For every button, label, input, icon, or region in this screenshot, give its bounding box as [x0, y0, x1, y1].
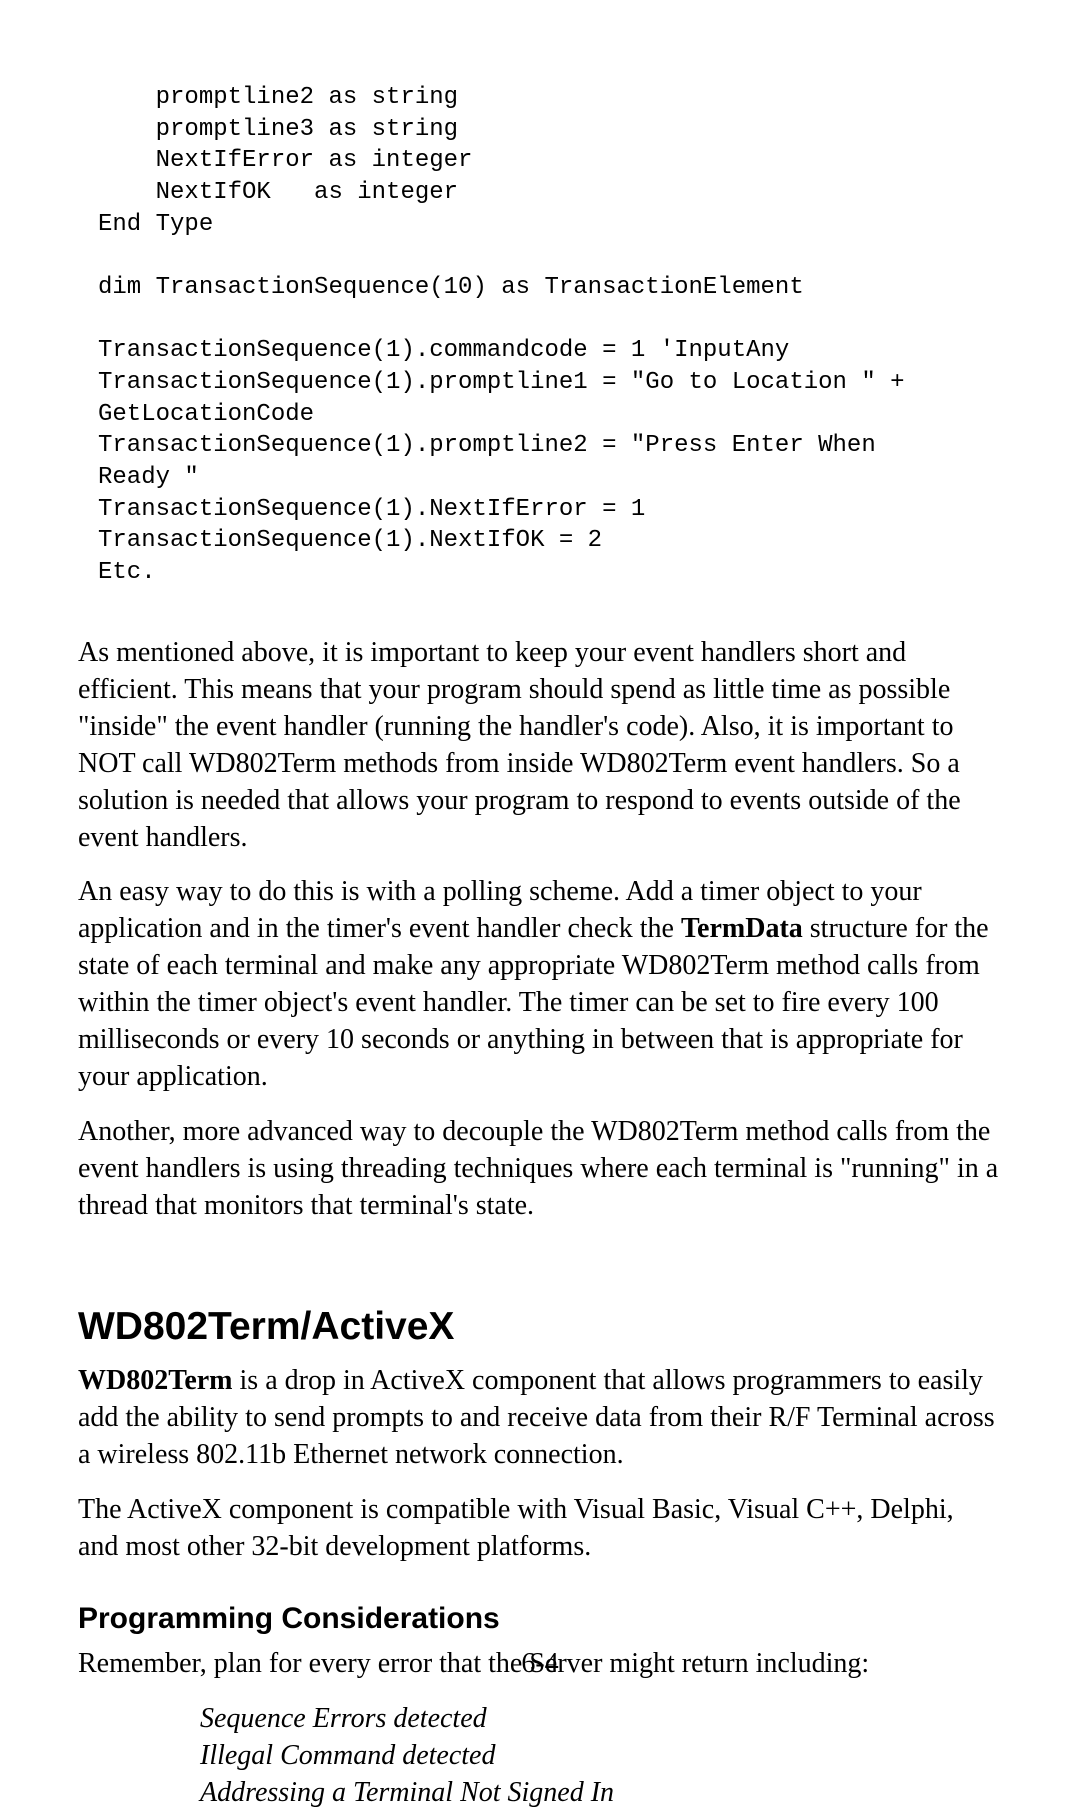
- wd802term-bold: WD802Term: [78, 1365, 233, 1396]
- error-item-sequence: Sequence Errors detected: [200, 1701, 1000, 1738]
- paragraph-threading: Another, more advanced way to decouple t…: [78, 1114, 1000, 1225]
- error-item-illegal-command: Illegal Command detected: [200, 1738, 1000, 1775]
- paragraph-activex-intro: WD802Term is a drop in ActiveX component…: [78, 1363, 1000, 1474]
- error-item-addressing: Addressing a Terminal Not Signed In: [200, 1775, 1000, 1812]
- heading-wd802term-activex: WD802Term/ActiveX: [78, 1305, 1000, 1349]
- termdata-bold: TermData: [681, 913, 803, 944]
- error-list: Sequence Errors detected Illegal Command…: [200, 1701, 1000, 1812]
- paragraph-polling-scheme: An easy way to do this is with a polling…: [78, 874, 1000, 1096]
- heading-programming-considerations: Programming Considerations: [78, 1602, 1000, 1636]
- code-block: promptline2 as string promptline3 as str…: [98, 82, 1000, 589]
- page-number: 6-4: [0, 1648, 1080, 1680]
- document-page: promptline2 as string promptline3 as str…: [0, 0, 1080, 1748]
- paragraph-compatibility: The ActiveX component is compatible with…: [78, 1492, 1000, 1566]
- paragraph-event-handlers: As mentioned above, it is important to k…: [78, 635, 1000, 857]
